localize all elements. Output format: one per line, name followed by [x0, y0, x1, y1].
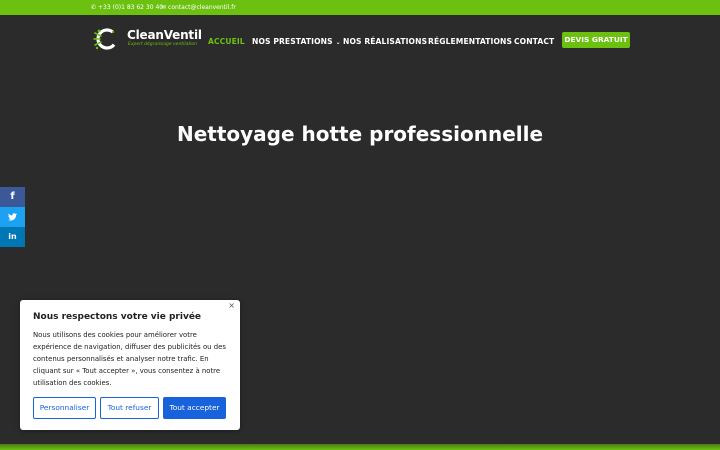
page-title: Nettoyage hotte professionnelle	[176, 122, 544, 146]
customize-cookies-button[interactable]: Personnaliser	[33, 397, 96, 419]
reject-all-button[interactable]: Tout refuser	[100, 397, 159, 419]
facebook-icon: f	[10, 191, 15, 202]
phone-icon: ✆	[91, 4, 97, 11]
nav-item-nos-prestations[interactable]: NOS PRESTATIONS ⌄	[252, 37, 341, 47]
phone-number: +33 (0)1 83 62 30 40	[98, 4, 164, 11]
linkedin-share-button[interactable]: in	[0, 227, 25, 247]
top-bar: ✆ +33 (0)1 83 62 30 40 ✉ contact@cleanvent…	[0, 0, 720, 15]
email-link[interactable]: ✉ contact@cleanventil.fr	[161, 3, 236, 12]
twitter-icon	[8, 213, 17, 221]
cookie-consent-banner: × Nous respectons votre vie privée Nous …	[20, 300, 240, 430]
email-address: contact@cleanventil.fr	[168, 4, 236, 11]
envelope-icon: ✉	[161, 4, 167, 11]
cookie-description: Nous utilisons des cookies pour améliore…	[33, 331, 226, 387]
accept-all-button[interactable]: Tout accepter	[163, 397, 226, 419]
logo[interactable]: CleanVentil Expert dégraissage ventilati…	[93, 27, 202, 51]
logo-name: CleanVentil	[127, 28, 202, 42]
logo-mark-icon	[93, 28, 118, 50]
phone-link[interactable]: ✆ +33 (0)1 83 62 30 40	[91, 3, 163, 12]
nav-item-nos-realisations[interactable]: NOS RÉALISATIONS	[343, 37, 427, 46]
site-header: CleanVentil Expert dégraissage ventilati…	[0, 15, 720, 67]
close-icon[interactable]: ×	[228, 301, 235, 310]
twitter-share-button[interactable]	[0, 207, 25, 227]
linkedin-icon: in	[8, 232, 17, 241]
logo-tagline: Expert dégraissage ventilation	[128, 42, 197, 47]
nav-item-contact[interactable]: CONTACT	[514, 37, 554, 46]
cookie-title: Nous respectons votre vie privée	[33, 312, 202, 322]
bottom-accent-bar	[0, 444, 720, 450]
nav-item-reglementations[interactable]: RÉGLEMENTATIONS	[428, 37, 512, 46]
nav-item-label: NOS PRESTATIONS	[252, 37, 333, 46]
nav-item-accueil[interactable]: ACCUEIL	[208, 37, 245, 46]
facebook-share-button[interactable]: f	[0, 187, 25, 207]
devis-gratuit-button[interactable]: DEVIS GRATUIT	[562, 32, 630, 48]
chevron-down-icon: ⌄	[335, 39, 341, 46]
